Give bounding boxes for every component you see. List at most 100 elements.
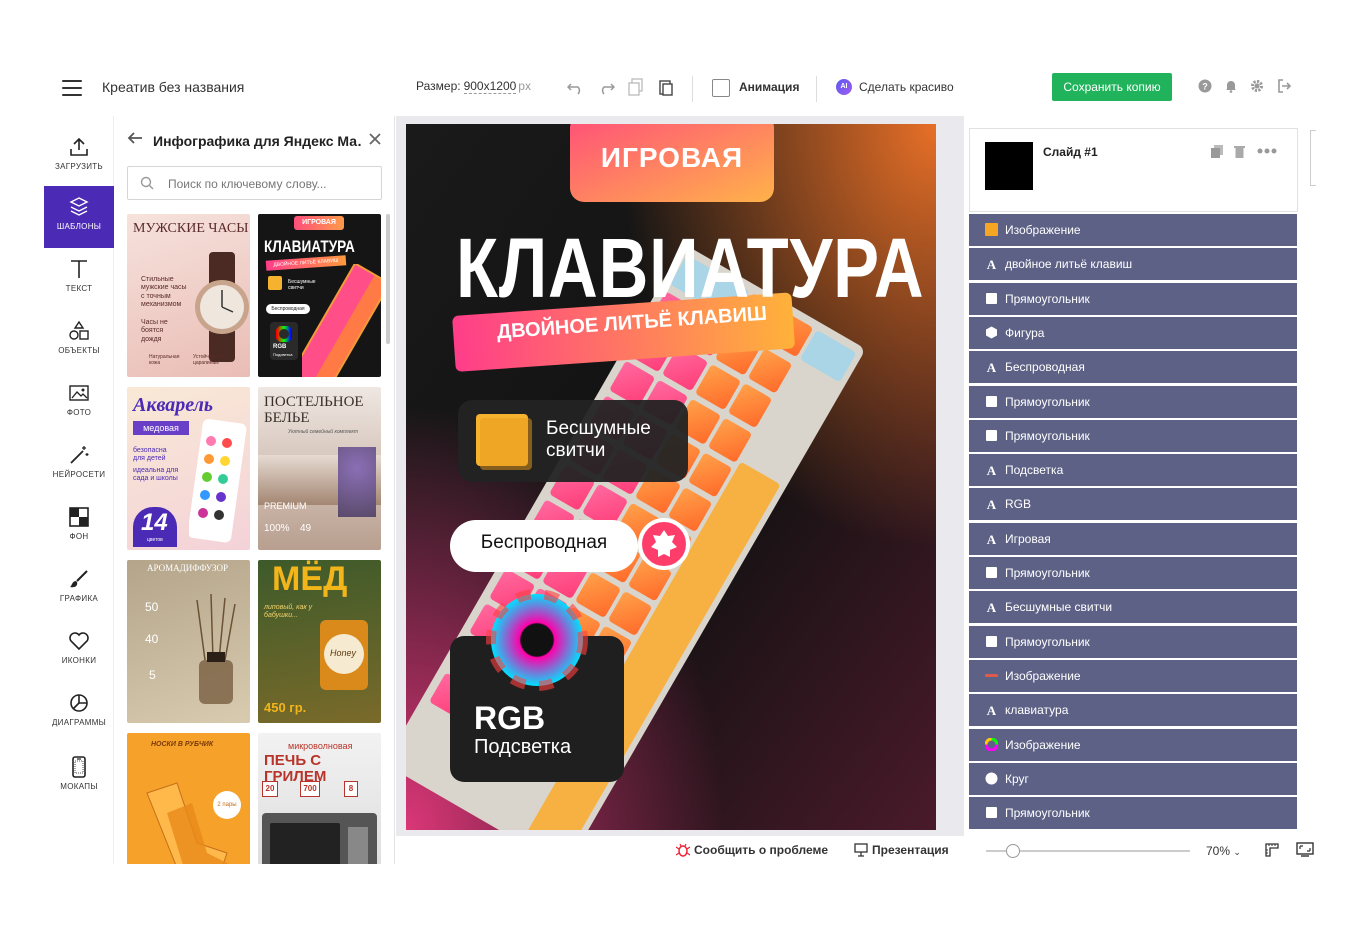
nav-item-templates[interactable]: Шаблоны [44, 186, 114, 248]
nav-label: Текст [65, 284, 93, 293]
back-arrow-icon[interactable] [127, 131, 143, 150]
template-card-watercolor[interactable]: Акварель медовая безопасна для детей иде… [127, 387, 250, 550]
hamburger-menu-icon[interactable] [62, 80, 82, 96]
ai-icon: AI [836, 79, 852, 95]
beautify-button[interactable]: Сделать красиво [859, 80, 954, 94]
layer-name: RGB [1005, 497, 1032, 512]
search-input[interactable] [168, 174, 368, 194]
help-icon[interactable]: ? [1197, 79, 1213, 95]
layer-name: Подсветка [1005, 463, 1064, 478]
layer-row[interactable]: Прямоугольник [969, 557, 1297, 589]
layer-name: Фигура [1005, 325, 1045, 340]
layer-name: Беспроводная [1005, 360, 1085, 375]
redo-icon[interactable] [596, 78, 616, 98]
report-problem-button[interactable]: Сообщить о проблеме [694, 843, 828, 857]
heart-icon [69, 632, 89, 651]
template-card-microwave[interactable]: микроволновая ПЕЧЬ С ГРИЛЕМ 20 700 8 [258, 733, 381, 864]
ruler-icon[interactable] [1264, 842, 1280, 858]
nav-label: Нейросети [52, 470, 106, 479]
more-options-icon[interactable] [1257, 148, 1277, 154]
layer-row[interactable]: Прямоугольник [969, 385, 1297, 418]
zoom-slider-handle[interactable] [1006, 844, 1020, 858]
presentation-button[interactable]: Презентация [872, 843, 949, 857]
layer-row[interactable]: A Подсветка [969, 454, 1297, 487]
microwave-image [262, 813, 377, 864]
nav-item-ai[interactable]: Нейросети [44, 434, 114, 496]
logout-icon[interactable] [1276, 79, 1292, 95]
slide-card[interactable]: Слайд #1 [969, 128, 1298, 212]
rectangle-icon [986, 635, 997, 647]
layer-row[interactable]: Прямоугольник [969, 625, 1297, 658]
layer-row[interactable]: Aклавиатура [969, 694, 1297, 727]
nav-item-objects[interactable]: Объекты [44, 310, 114, 372]
slide-canvas[interactable]: ИГРОВАЯ КЛАВИАТУРА ДВОЙНОЕ ЛИТЬЁ КЛАВИШ … [406, 124, 936, 830]
layer-row[interactable]: A Игровая [969, 522, 1297, 555]
template-card-socks[interactable]: НОСКИ В РУБЧИК 2 пары [127, 733, 250, 864]
layer-row[interactable]: Изображение [969, 214, 1297, 246]
nav-item-icons[interactable]: Иконки [44, 620, 114, 682]
scrollbar[interactable] [386, 214, 390, 344]
paste-icon[interactable] [656, 78, 676, 98]
nav-item-mockups[interactable]: Мокапы [44, 746, 114, 808]
template-card-bedding[interactable]: ПОСТЕЛЬНОЕ БЕЛЬЕ Уютный семейный комплек… [258, 387, 381, 550]
layer-row[interactable]: Круг [969, 762, 1297, 795]
slide-badge-text[interactable]: ИГРОВАЯ [570, 142, 774, 174]
gear-icon[interactable] [1249, 79, 1265, 95]
card-square [268, 276, 282, 290]
nav-label: Фон [69, 532, 89, 541]
undo-icon[interactable] [566, 78, 586, 98]
copy-icon[interactable] [626, 78, 646, 98]
slide-thumbnail[interactable] [985, 142, 1033, 190]
templates-icon [69, 197, 89, 216]
card-title: Акварель [133, 394, 214, 416]
document-title[interactable]: Креатив без названия [102, 79, 244, 95]
nav-label: Фото [66, 408, 92, 417]
editor-app: Креатив без названия Размер: 900x1200 px А… [44, 64, 1316, 864]
card-rgb-block: RGB Подсветка [270, 322, 298, 360]
trash-icon[interactable] [1234, 145, 1245, 158]
layer-row[interactable]: Фигура [969, 316, 1297, 349]
template-card-honey[interactable]: МЁД липовый, как у бабушки... Honey 450 … [258, 560, 381, 723]
save-copy-button[interactable]: Сохранить копию [1052, 73, 1172, 101]
layer-row[interactable]: Изображение [969, 728, 1297, 761]
nav-item-background[interactable]: Фон [44, 496, 114, 558]
template-card-keyboard[interactable]: ИГРОВАЯ КЛАВИАТУРА ДВОЙНОЕ ЛИТЬЁ КЛАВИШ … [258, 214, 381, 377]
fullscreen-icon[interactable] [1296, 842, 1314, 858]
card-line: 20 [262, 781, 278, 797]
nav-item-text[interactable]: Текст [44, 248, 114, 310]
text-icon: A [987, 600, 997, 613]
layer-row[interactable]: Aдвойное литьё клавиш [969, 248, 1297, 281]
feature-2-text[interactable]: Беспроводная [450, 532, 638, 554]
left-navigation: Загрузить Шаблоны Текст Объекты Фото Ней… [44, 116, 114, 864]
nav-item-graphics[interactable]: Графика [44, 558, 114, 620]
close-icon[interactable] [368, 130, 382, 151]
feature-1-line: свитчи [546, 440, 606, 461]
layer-row[interactable]: Прямоугольник [969, 282, 1297, 315]
rgb-title[interactable]: RGB [474, 700, 545, 737]
card-line: Часы не боятся дождя [141, 319, 168, 343]
card-line: 100% [264, 523, 290, 534]
card-line: Honey [330, 648, 357, 658]
layer-row[interactable]: A Беспроводная [969, 351, 1297, 384]
layer-row[interactable]: A RGB [969, 488, 1297, 521]
nav-item-photo[interactable]: Фото [44, 372, 114, 434]
rectangle-icon [986, 395, 997, 407]
phone-mockup-icon [72, 756, 86, 778]
nav-item-upload[interactable]: Загрузить [44, 126, 114, 188]
layer-row[interactable]: Прямоугольник [969, 797, 1297, 830]
bell-icon[interactable] [1223, 79, 1239, 95]
layer-row[interactable]: Изображение [969, 659, 1297, 692]
nav-item-charts[interactable]: Диаграммы [44, 682, 114, 744]
feature-1-line: Бесшумные [546, 418, 651, 439]
template-card-diffuser[interactable]: АРОМАДИФФУЗОР 50 40 5 [127, 560, 250, 723]
rgb-subtitle[interactable]: Подсветка [474, 736, 571, 759]
feature-1-text[interactable]: Бесшумные свитчи [546, 418, 651, 462]
rectangle-icon [986, 292, 997, 304]
size-value[interactable]: 900x1200 [463, 79, 517, 94]
template-card-watches[interactable]: МУЖСКИЕ ЧАСЫ Стильные мужские часы с точ… [127, 214, 250, 377]
duplicate-icon[interactable] [1211, 145, 1223, 158]
layer-row[interactable]: Прямоугольник [969, 419, 1297, 452]
animation-checkbox[interactable] [712, 79, 730, 97]
layer-row[interactable]: A Бесшумные свитчи [969, 591, 1297, 624]
zoom-dropdown[interactable]: 70% ⌄ [1206, 844, 1241, 858]
